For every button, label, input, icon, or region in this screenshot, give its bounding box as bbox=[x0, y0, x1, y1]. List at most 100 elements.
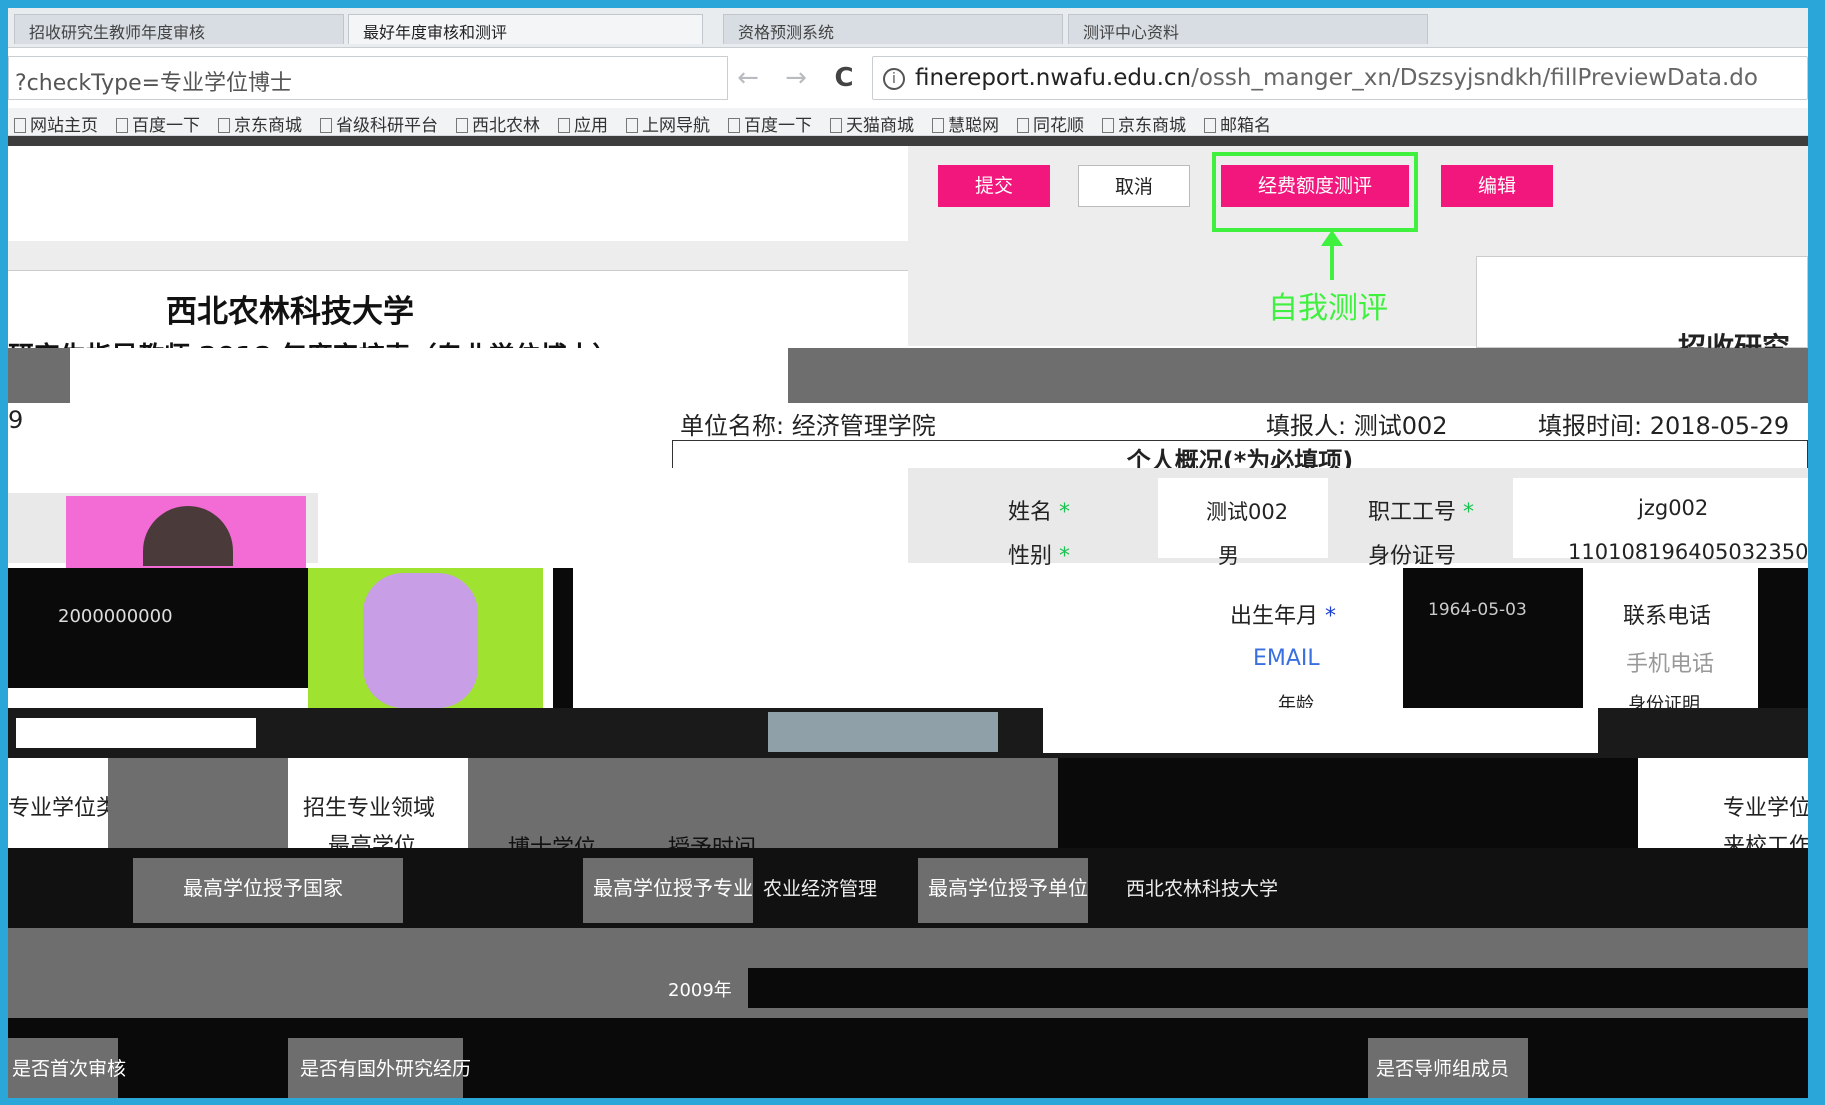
section-title: 个人概况(*为必填项) bbox=[672, 440, 1808, 475]
filler-name: 填报人: 测试002 bbox=[1266, 412, 1448, 440]
deg-major-value: 农业经济管理 bbox=[763, 878, 878, 900]
email-label: EMAIL bbox=[1253, 646, 1320, 671]
forward-icon[interactable]: → bbox=[776, 58, 816, 98]
bookmark-label: 网站主页 bbox=[30, 116, 98, 136]
cancel-button[interactable]: 取消 bbox=[1078, 165, 1190, 207]
glitch-dark bbox=[8, 568, 308, 688]
tab-4[interactable]: 测评中心资料 bbox=[1068, 14, 1428, 44]
id-card-value: 110108196405032350 bbox=[1568, 540, 1808, 564]
bookmark-page-icon bbox=[14, 118, 26, 133]
bookmark-item[interactable]: 西北农林 bbox=[456, 111, 540, 136]
glitch-block bbox=[768, 712, 998, 752]
gender-label: 性别 * bbox=[1008, 544, 1071, 569]
bookmark-item[interactable]: 百度一下 bbox=[728, 111, 812, 136]
blank-area bbox=[543, 568, 1138, 708]
bookmark-label: 天猫商城 bbox=[846, 116, 914, 136]
meta-left-number: 9 bbox=[8, 406, 24, 434]
bookmark-page-icon bbox=[116, 118, 128, 133]
bookmark-page-icon bbox=[1017, 118, 1029, 133]
bookmark-page-icon bbox=[558, 118, 570, 133]
bookmarks-bar: 网站主页 百度一下 京东商城 省级科研平台 西北农林 应用 上网导航 百度一下 天猫商城 慧聪网 同… bbox=[8, 108, 1808, 136]
university-title: 西北农林科技大学 bbox=[166, 294, 414, 330]
tab-3[interactable]: 资格预测系统 bbox=[723, 14, 1063, 44]
bookmark-item[interactable]: 网站主页 bbox=[14, 111, 98, 136]
bottom-label-2: 是否有国外研究经历 bbox=[300, 1058, 472, 1080]
glitch-block bbox=[788, 348, 1808, 403]
table-cell bbox=[1138, 568, 1403, 708]
bookmark-item[interactable]: 同花顺 bbox=[1017, 111, 1084, 136]
deg-field-label: 最高学位授予专业 bbox=[593, 876, 753, 900]
glitch-dark bbox=[1403, 568, 1583, 708]
bookmark-label: 百度一下 bbox=[744, 116, 812, 136]
browser-window: 招收研究生教师年度审核 最好年度审核和测评 资格预测系统 测评中心资料 ?che… bbox=[8, 8, 1808, 1098]
glitch-stripe bbox=[553, 568, 573, 708]
bookmark-label: 应用 bbox=[574, 116, 608, 136]
glitch-white bbox=[16, 718, 256, 748]
mobile-label: 手机电话 bbox=[1626, 652, 1715, 677]
bookmark-label: 京东商城 bbox=[234, 116, 302, 136]
deg-country-label: 最高学位授予国家 bbox=[183, 876, 343, 900]
bookmark-item[interactable]: 京东商城 bbox=[218, 111, 302, 136]
self-evaluation-callout: 自我测评 bbox=[1268, 291, 1388, 326]
info-icon[interactable]: i bbox=[883, 68, 905, 90]
bookmark-label: 上网导航 bbox=[642, 116, 710, 136]
tab-1[interactable]: 招收研究生教师年度审核 bbox=[14, 14, 344, 44]
bookmark-page-icon bbox=[1204, 118, 1216, 133]
table-cell bbox=[1583, 568, 1758, 708]
deg-school-label: 最高学位授予单位 bbox=[928, 876, 1088, 900]
bookmark-item[interactable]: 慧聪网 bbox=[932, 111, 999, 136]
blank-area bbox=[318, 468, 908, 568]
bookmark-page-icon bbox=[932, 118, 944, 133]
bookmark-item[interactable]: 上网导航 bbox=[626, 111, 710, 136]
url-host: finereport.nwafu.edu.cn bbox=[915, 65, 1192, 91]
glitch-dark bbox=[1058, 758, 1638, 848]
tab-strip: 招收研究生教师年度审核 最好年度审核和测评 资格预测系统 测评中心资料 bbox=[8, 8, 1808, 48]
bookmark-label: 西北农林 bbox=[472, 116, 540, 136]
bookmark-item[interactable]: 省级科研平台 bbox=[320, 111, 438, 135]
reload-icon[interactable]: C bbox=[824, 58, 864, 98]
tab-2[interactable]: 最好年度审核和测评 bbox=[348, 14, 703, 44]
bookmark-item[interactable]: 邮箱名 bbox=[1204, 111, 1271, 135]
table-cell bbox=[8, 828, 108, 848]
url-path: /ossh_manger_xn/Dszsyjsndkh/fillPreviewD… bbox=[1191, 65, 1758, 91]
glitch-dark bbox=[1758, 568, 1808, 708]
bookmark-label: 慧聪网 bbox=[948, 116, 999, 136]
id-card-label: 身份证号 bbox=[1368, 544, 1457, 569]
bookmark-label: 同花顺 bbox=[1033, 116, 1084, 136]
bookmark-page-icon bbox=[830, 118, 842, 133]
phone-label: 联系电话 bbox=[1623, 604, 1712, 629]
bookmark-item[interactable]: 百度一下 bbox=[116, 111, 200, 136]
gender-value: 男 bbox=[1218, 544, 1239, 568]
photo-top bbox=[8, 468, 318, 493]
bookmark-page-icon bbox=[456, 118, 468, 133]
unit-name: 单位名称: 经济管理学院 bbox=[680, 412, 936, 440]
glitch-dark bbox=[748, 968, 1808, 1008]
glitch-block bbox=[8, 348, 70, 403]
year-value: 2009年 bbox=[668, 980, 732, 1001]
toolbar-gap bbox=[8, 241, 908, 271]
bookmark-item[interactable]: 应用 bbox=[558, 111, 608, 136]
bookmark-label: 百度一下 bbox=[132, 116, 200, 136]
bookmark-item[interactable]: 京东商城 bbox=[1102, 111, 1186, 136]
edit-button[interactable]: 编辑 bbox=[1441, 165, 1553, 207]
birth-label: 出生年月 * bbox=[1230, 604, 1337, 629]
evaluate-button[interactable]: 经费额度测评 bbox=[1221, 165, 1409, 207]
back-icon[interactable]: ← bbox=[728, 58, 768, 98]
glitch-gap bbox=[70, 348, 788, 403]
glitch-band bbox=[8, 1018, 1808, 1098]
phone-value: 2000000000 bbox=[58, 606, 173, 627]
bookmark-page-icon bbox=[1102, 118, 1114, 133]
bookmark-label: 京东商城 bbox=[1118, 116, 1186, 136]
bookmark-page-icon bbox=[218, 118, 230, 133]
name-value: 测试002 bbox=[1206, 500, 1289, 524]
url-bar[interactable]: i finereport.nwafu.edu.cn/ossh_manger_xn/… bbox=[872, 56, 1808, 100]
bottom-label-3: 是否首次审核 bbox=[12, 1058, 127, 1080]
submit-button[interactable]: 提交 bbox=[938, 165, 1050, 207]
enroll-field-label: 招生专业领域 bbox=[303, 796, 436, 821]
bookmark-page-icon bbox=[728, 118, 740, 133]
bookmark-item[interactable]: 天猫商城 bbox=[830, 111, 914, 136]
toolbar-left bbox=[8, 146, 908, 241]
left-address-bar[interactable]: ?checkType=专业学位博士 bbox=[8, 56, 728, 100]
staff-id-label: 职工工号 * bbox=[1368, 500, 1475, 525]
glitch-white bbox=[1043, 708, 1598, 753]
